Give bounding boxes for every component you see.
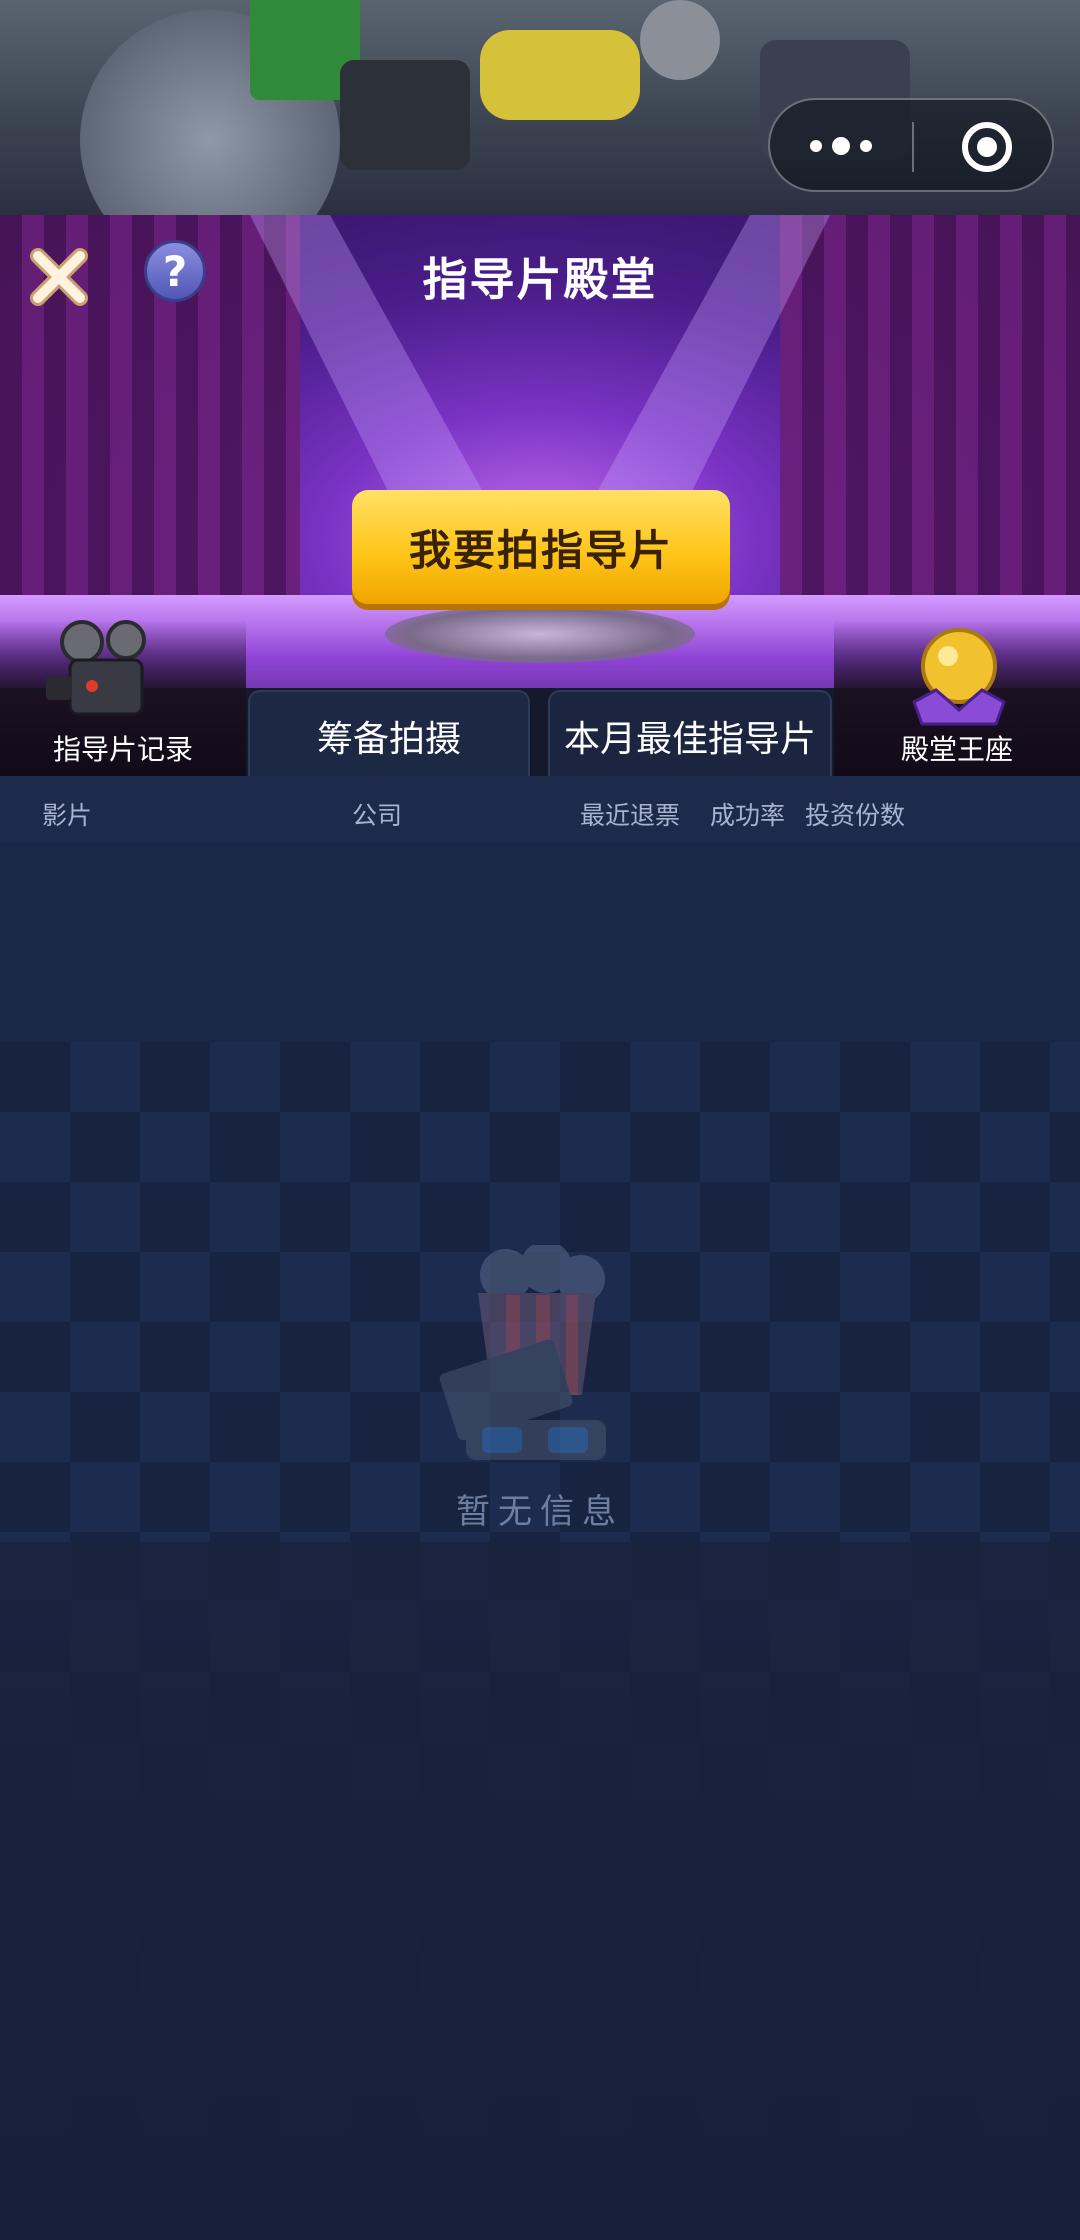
target-icon[interactable] xyxy=(960,120,1014,174)
tab-monthly-best[interactable]: 本月最佳指导片 xyxy=(548,690,832,780)
film-projector-icon xyxy=(46,620,146,716)
film-record-label: 指导片记录 xyxy=(52,733,193,766)
col-success-rate: 成功率 xyxy=(710,801,786,830)
golden-orb-crown-icon xyxy=(912,628,1006,726)
col-investment-shares: 投资份数 xyxy=(805,801,906,830)
capsule-divider xyxy=(912,122,914,172)
film-record-button[interactable]: 指导片记录 xyxy=(0,620,246,778)
empty-state-text: 暂无信息 xyxy=(456,1492,624,1532)
tab-preparing-shoot[interactable]: 筹备拍摄 xyxy=(248,690,530,780)
more-dots-icon[interactable] xyxy=(808,130,874,162)
stage-pedestal xyxy=(385,605,695,663)
list-area xyxy=(0,842,1080,2240)
shoot-guide-film-button[interactable]: 我要拍指导片 xyxy=(352,490,730,604)
popcorn-icon xyxy=(439,1245,606,1460)
col-film: 影片 xyxy=(42,801,93,830)
close-icon[interactable] xyxy=(26,244,92,310)
col-company: 公司 xyxy=(352,801,403,830)
hall-throne-label: 殿堂王座 xyxy=(900,733,1013,766)
mini-program-capsule xyxy=(768,98,1054,192)
col-recent-refunds: 最近退票 xyxy=(580,801,681,830)
hall-throne-button[interactable]: 殿堂王座 xyxy=(834,620,1080,778)
background-fade xyxy=(0,1542,1080,2240)
help-icon[interactable]: ? xyxy=(144,240,206,302)
table-header: 影片 公司 最近退票 成功率 投资份数 xyxy=(0,776,1080,842)
